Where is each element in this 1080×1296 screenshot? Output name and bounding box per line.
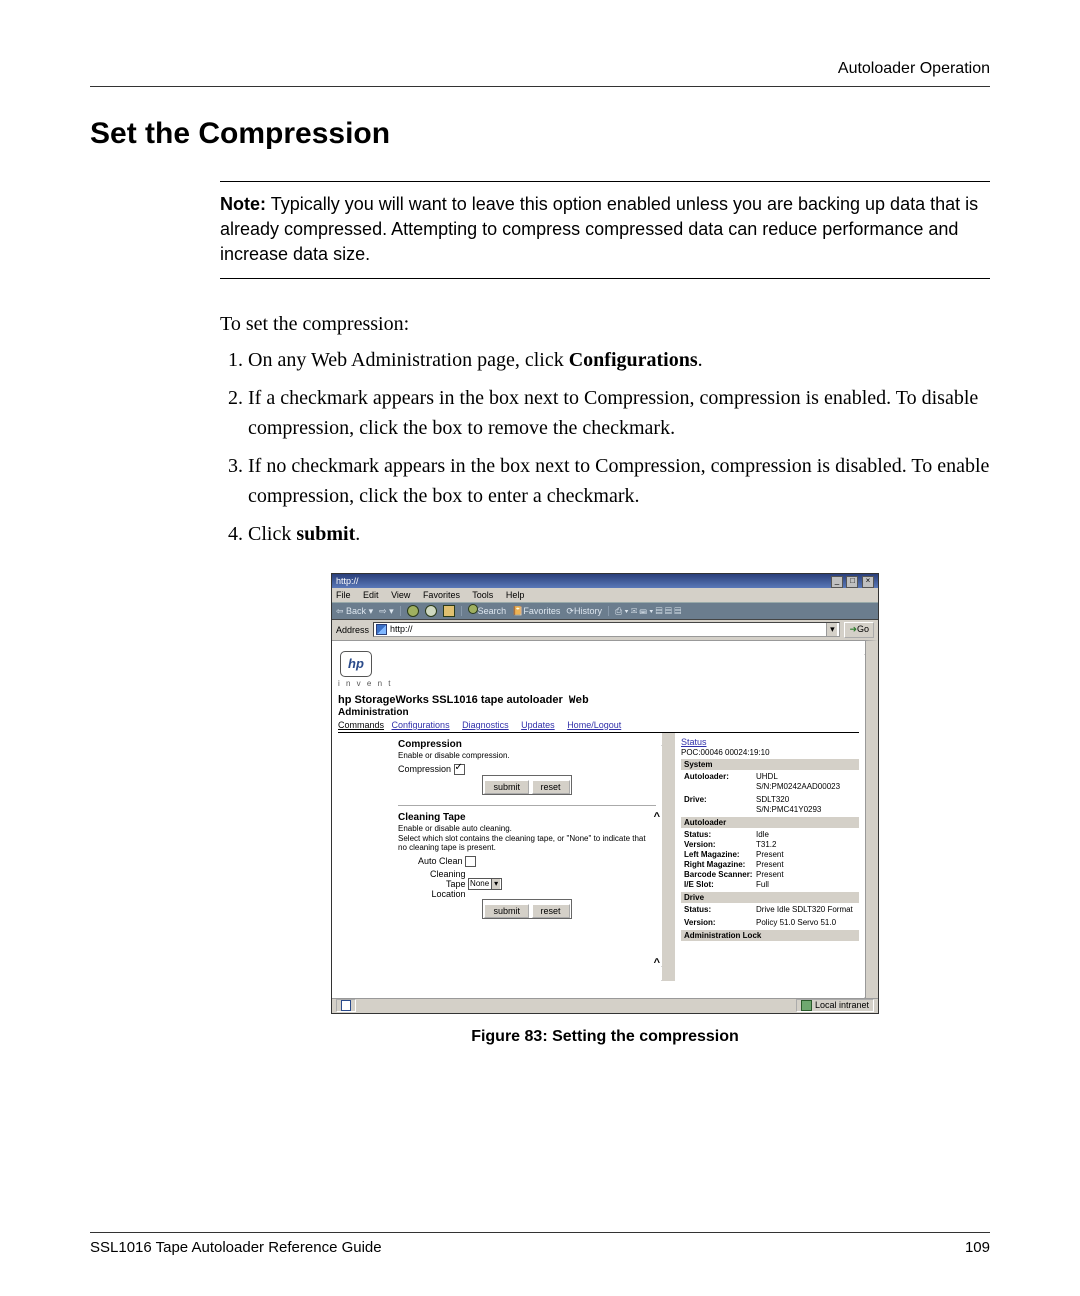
body-text: To set the compression: On any Web Admin… <box>220 309 990 549</box>
cleaning-sub2: Select which slot contains the cleaning … <box>398 834 656 852</box>
page-number: 109 <box>965 1239 990 1256</box>
menu-help[interactable]: Help <box>506 590 525 600</box>
menu-view[interactable]: View <box>391 590 410 600</box>
menu-favorites[interactable]: Favorites <box>423 590 460 600</box>
panel-scroll-up-icon[interactable]: ▴ <box>661 733 674 746</box>
window-controls[interactable]: _ □ × <box>830 573 874 588</box>
drive-band: Drive <box>681 892 859 903</box>
tab-home-logout[interactable]: Home/Logout <box>567 720 621 730</box>
cleaning-submit-button[interactable]: submit <box>484 904 529 918</box>
address-label: Address <box>336 625 369 635</box>
caret-icon: ^ <box>654 811 660 823</box>
compression-row: Compression <box>398 764 656 775</box>
compression-sub: Enable or disable compression. <box>398 751 656 760</box>
menu-edit[interactable]: Edit <box>363 590 379 600</box>
system-band: System <box>681 759 859 770</box>
cleaning-reset-button[interactable]: reset <box>532 904 570 918</box>
autoloader-band: Autoloader <box>681 817 859 828</box>
caret-icon-2: ^ <box>654 957 660 969</box>
compression-checkbox[interactable] <box>454 764 465 775</box>
footer-title: SSL1016 Tape Autoloader Reference Guide <box>90 1239 382 1256</box>
browser-window: http:// _ □ × File Edit View Favorites T… <box>331 573 879 1014</box>
autoclean-row: Auto Clean <box>418 856 656 867</box>
nav-tabs: Commands Configurations Diagnostics Upda… <box>338 720 859 733</box>
autoclean-checkbox[interactable] <box>465 856 476 867</box>
scroll-down-icon[interactable] <box>864 984 877 998</box>
menu-tools[interactable]: Tools <box>472 590 493 600</box>
address-bar: Address http:// ▾ ➜Go <box>332 620 878 640</box>
tab-diagnostics[interactable]: Diagnostics <box>462 720 509 730</box>
compression-submit-button[interactable]: submit <box>484 780 529 794</box>
tab-updates[interactable]: Updates <box>521 720 555 730</box>
intranet-icon <box>801 1000 812 1011</box>
scroll-up-icon[interactable] <box>864 641 877 655</box>
cleaning-location-row: Cleaning Tape Location None▾ <box>430 870 656 900</box>
refresh-icon[interactable] <box>425 605 437 617</box>
status-panel: Status POC:00046 00024:19:10 System Auto… <box>675 733 859 981</box>
toolbar-back[interactable]: ⇦ Back ▾ <box>336 603 373 619</box>
cleaning-heading: Cleaning Tape <box>398 812 656 823</box>
admin-label: Administration <box>338 707 859 718</box>
toolbar-search[interactable]: Search <box>468 603 507 619</box>
statusbar-doc-icon <box>341 1000 351 1011</box>
toolbar-forward-icon[interactable]: ⇨ ▾ <box>379 603 394 619</box>
toolbar[interactable]: ⇦ Back ▾ ⇨ ▾ Search 📔Favorites ⟳History … <box>332 602 878 620</box>
address-dropdown-icon[interactable]: ▾ <box>826 623 837 636</box>
compression-reset-button[interactable]: reset <box>532 780 570 794</box>
go-button[interactable]: ➜Go <box>844 622 874 638</box>
close-icon[interactable]: × <box>862 576 874 588</box>
note-text: Typically you will want to leave this op… <box>220 194 978 264</box>
note-label: Note: <box>220 194 266 214</box>
minimize-icon[interactable]: _ <box>831 576 843 588</box>
header-rule <box>90 86 990 87</box>
step-2: If a checkmark appears in the box next t… <box>248 383 990 443</box>
maximize-icon[interactable]: □ <box>846 576 858 588</box>
figure: http:// _ □ × File Edit View Favorites T… <box>220 573 990 1046</box>
menubar[interactable]: File Edit View Favorites Tools Help <box>332 588 878 602</box>
stop-icon[interactable] <box>407 605 419 617</box>
cleaning-sub1: Enable or disable auto cleaning. <box>398 824 656 833</box>
window-titlebar: http:// _ □ × <box>332 574 878 588</box>
window-title: http:// <box>336 574 359 588</box>
tab-configurations[interactable]: Configurations <box>392 720 450 730</box>
step-3: If no checkmark appears in the box next … <box>248 451 990 511</box>
browser-statusbar: Local intranet <box>332 998 878 1013</box>
cleaning-location-select[interactable]: None▾ <box>468 878 502 890</box>
panel-scroll-down-icon[interactable] <box>661 954 674 967</box>
step-1: On any Web Administration page, click Co… <box>248 345 990 375</box>
menu-file[interactable]: File <box>336 590 351 600</box>
status-link[interactable]: Status <box>681 737 707 747</box>
browser-content: hp i n v e n t hp StorageWorks SSL1016 t… <box>332 640 878 998</box>
tab-commands[interactable]: Commands <box>338 720 384 730</box>
divider <box>398 805 656 806</box>
adminlock-band: Administration Lock <box>681 930 859 941</box>
running-header: Autoloader Operation <box>90 60 990 78</box>
section-title: Set the Compression <box>90 117 990 151</box>
toolbar-history[interactable]: ⟳History <box>566 603 602 619</box>
toolbar-extra-icons[interactable]: ⎙ ▾ ✉ ⌨ ▾ ▤ ▤ ▤ <box>615 603 681 619</box>
toolbar-favorites[interactable]: 📔Favorites <box>512 603 560 619</box>
home-icon[interactable] <box>443 605 455 617</box>
ie-page-icon <box>376 624 387 635</box>
config-panel: ▴ ▾ Compression Enable or disable compre… <box>338 733 675 981</box>
step-4: Click submit. <box>248 519 990 549</box>
main-columns: ▴ ▾ Compression Enable or disable compre… <box>338 733 859 981</box>
statusbar-zone: Local intranet <box>796 999 874 1012</box>
document-page: Autoloader Operation Set the Compression… <box>0 0 1080 1296</box>
panel-scroll-down2-icon[interactable]: ▾ <box>661 968 674 981</box>
hp-invent-text: i n v e n t <box>338 679 859 688</box>
address-input[interactable]: http:// ▾ <box>373 622 840 637</box>
page-footer: SSL1016 Tape Autoloader Reference Guide … <box>90 1232 990 1256</box>
hp-logo-icon: hp <box>340 651 372 677</box>
app-title: hp StorageWorks SSL1016 tape autoloader … <box>338 694 859 707</box>
intro-text: To set the compression: <box>220 309 990 339</box>
compression-heading: Compression <box>398 739 656 750</box>
poc-text: POC:00046 00024:19:10 <box>681 748 859 757</box>
figure-caption: Figure 83: Setting the compression <box>220 1028 990 1046</box>
note-block: Note: Typically you will want to leave t… <box>220 181 990 279</box>
